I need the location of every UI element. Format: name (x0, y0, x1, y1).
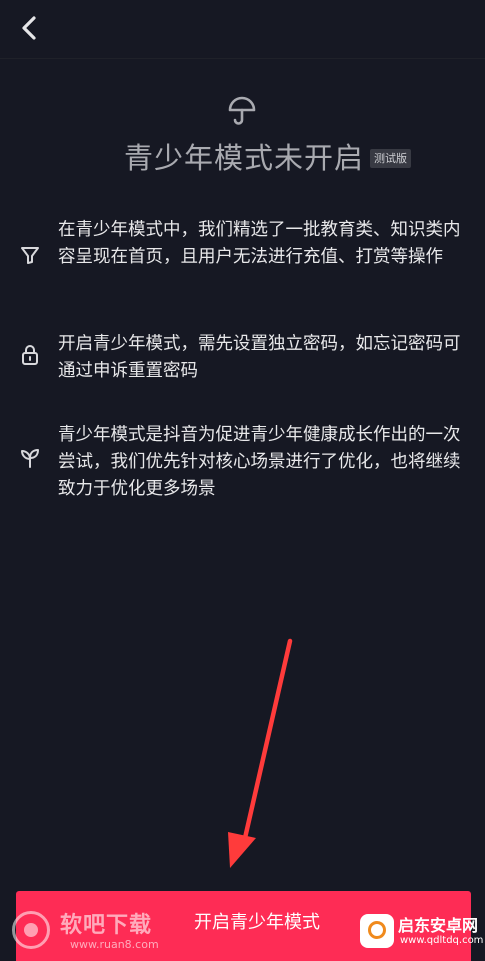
watermark-url: www.qdltdq.com (400, 935, 484, 946)
header-divider (0, 58, 485, 59)
hero-title-row: 青少年模式未开启 测试版 (0, 138, 485, 178)
feature-text: 青少年模式是抖音为促进青少年健康成长作出的一次尝试，我们优先针对核心场景进行了优… (58, 425, 461, 499)
watermark-logo-icon (12, 911, 50, 949)
sprout-icon (18, 446, 42, 470)
filter-icon (18, 243, 42, 267)
feature-text: 开启青少年模式，需先设置独立密码，如忘记密码可通过申诉重置密码 (58, 334, 461, 381)
feature-text: 在青少年模式中，我们精选了一批教育类、知识类内容呈现在首页，且用户无法进行充值、… (58, 220, 461, 267)
lock-icon (18, 343, 42, 367)
top-bar (0, 0, 485, 58)
enable-button-label: 开启青少年模式 (194, 912, 320, 933)
page-title: 青少年模式未开启 (124, 141, 365, 175)
watermark-house-icon (360, 914, 394, 948)
watermark-name: 启东安卓网 (398, 916, 479, 935)
umbrella-icon (227, 96, 257, 128)
watermark-right: 启东安卓网 www.qdltdq.com (356, 910, 485, 958)
back-button[interactable] (14, 12, 44, 44)
watermark-name: 软吧下载 (60, 913, 153, 938)
watermark-url: www.ruan8.com (70, 938, 159, 951)
watermark-left: 软吧下载 www.ruan8.com (8, 905, 188, 955)
beta-badge: 测试版 (370, 149, 411, 168)
chevron-left-icon (22, 16, 36, 40)
